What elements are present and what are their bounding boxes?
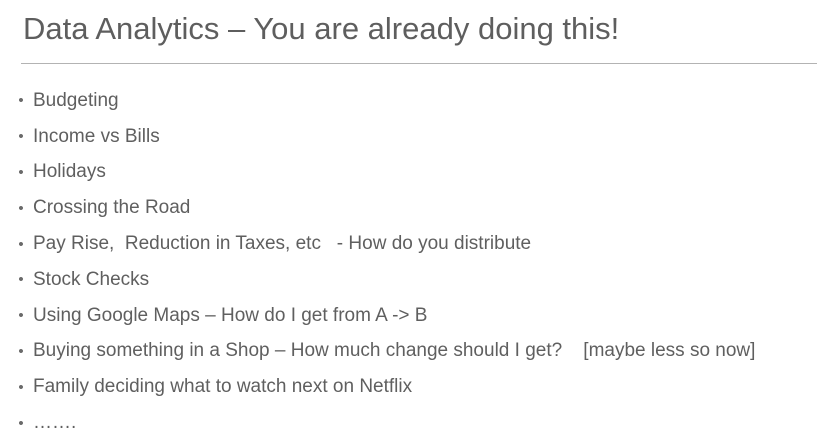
list-item-text: Pay Rise, Reduction in Taxes, etc - How … — [33, 233, 532, 255]
title-divider — [21, 63, 817, 64]
bullet-icon: • — [18, 414, 24, 432]
bullet-icon: • — [18, 307, 24, 325]
bullet-icon: • — [18, 342, 24, 360]
bullet-icon: • — [18, 163, 24, 181]
bullet-icon: • — [18, 128, 24, 146]
list-item-text: Buying something in a Shop – How much ch… — [33, 340, 756, 362]
list-item-text: Crossing the Road — [33, 197, 191, 219]
bullet-icon: • — [18, 235, 24, 253]
list-item-text: Income vs Bills — [33, 125, 160, 147]
list-item-text: Budgeting — [33, 89, 119, 111]
slide-title: Data Analytics – You are already doing t… — [23, 11, 620, 46]
bullet-icon: • — [18, 271, 24, 289]
bullet-icon: • — [18, 199, 24, 217]
bullet-icon: • — [18, 92, 24, 110]
list-item-text: Stock Checks — [33, 268, 150, 290]
list-item-text: ……. — [33, 412, 77, 434]
list-item-text: Holidays — [33, 161, 106, 183]
bullet-icon: • — [18, 378, 24, 396]
list-item-text: Using Google Maps – How do I get from A … — [33, 304, 428, 326]
list-item-text: Family deciding what to watch next on Ne… — [33, 376, 413, 398]
